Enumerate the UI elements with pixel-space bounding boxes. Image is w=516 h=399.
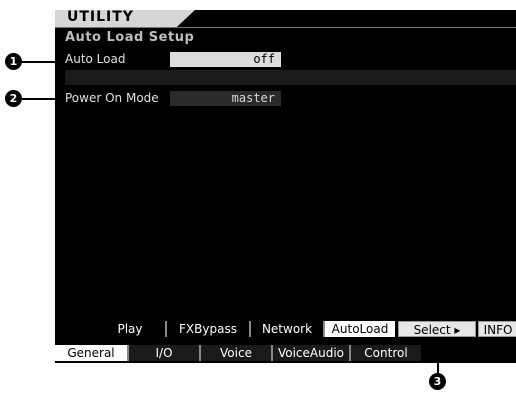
info-bar [65, 70, 516, 85]
select-button[interactable]: Select ▸ [398, 321, 476, 337]
tab-general[interactable]: General [55, 345, 127, 361]
utility-screen: UTILITY Auto Load Setup Auto Load off Po… [55, 10, 516, 363]
tab-io[interactable]: I/O [127, 345, 199, 361]
tab-network[interactable]: Network [249, 321, 323, 337]
tab-info[interactable]: INFO [478, 321, 516, 337]
auto-load-value[interactable]: off [170, 52, 281, 67]
tab-control[interactable]: Control [349, 345, 421, 361]
page-title: UTILITY [67, 10, 134, 25]
page-title-tab: UTILITY [55, 10, 195, 27]
auto-load-label: Auto Load [65, 52, 126, 66]
callout-2-marker: 2 [5, 90, 22, 107]
tab-voice[interactable]: Voice [199, 345, 271, 361]
tab-voiceaudio[interactable]: VoiceAudio [271, 345, 349, 361]
lower-tab-row: General I/O Voice VoiceAudio Control [55, 345, 516, 361]
tab-autoload[interactable]: AutoLoad [323, 321, 395, 337]
callout-1-marker: 1 [5, 53, 22, 70]
power-on-mode-label: Power On Mode [65, 91, 159, 105]
tab-play[interactable]: Play [95, 321, 165, 337]
title-divider [55, 27, 516, 28]
upper-tab-row: Play FXBypass Network AutoLoad Select ▸ … [55, 321, 516, 337]
section-heading: Auto Load Setup [65, 30, 195, 45]
power-on-mode-value[interactable]: master [170, 91, 281, 106]
callout-3-marker: 3 [429, 373, 446, 390]
tab-fxbypass[interactable]: FXBypass [165, 321, 249, 337]
